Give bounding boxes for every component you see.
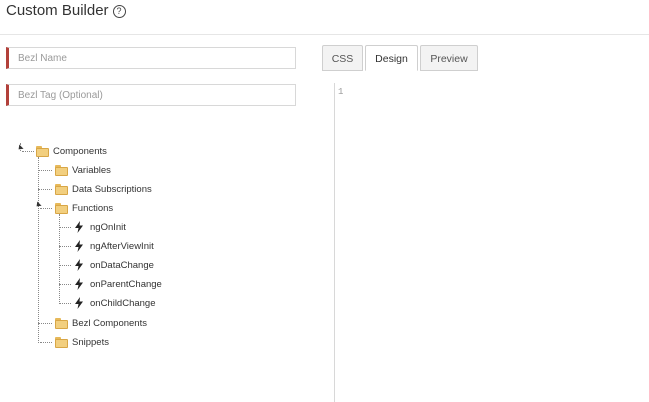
tree-node-ondatachange[interactable]: onDataChange [74, 257, 154, 273]
tree-node-label: Variables [72, 164, 111, 176]
folder-icon [55, 317, 68, 329]
tree-node-bezl-components[interactable]: Bezl Components [55, 315, 147, 331]
tree-node-label: Data Subscriptions [72, 183, 152, 195]
tree-connector [59, 227, 71, 228]
tab-preview[interactable]: Preview [420, 45, 478, 71]
tree-node-label: onDataChange [90, 259, 154, 271]
tree-connector [59, 246, 71, 247]
tree-node-label: onChildChange [90, 297, 156, 309]
lightning-icon [75, 297, 83, 309]
folder-icon [36, 145, 49, 157]
tree-connector [40, 342, 52, 343]
tree-node-data-subscriptions[interactable]: Data Subscriptions [55, 181, 152, 197]
tree-node-label: ngAfterViewInit [90, 240, 154, 252]
help-icon[interactable]: ? [112, 5, 126, 18]
tree-connector [59, 303, 71, 304]
tree-connector [22, 151, 34, 152]
bezl-name-input[interactable] [6, 47, 296, 69]
folder-icon [55, 183, 68, 195]
tree-node-variables[interactable]: Variables [55, 162, 111, 178]
folder-icon [55, 164, 68, 176]
tree-node-label: Components [53, 145, 107, 157]
bezl-tag-input[interactable] [6, 84, 296, 106]
tree-node-label: ngOnInit [90, 221, 126, 233]
tree-node-onparentchange[interactable]: onParentChange [74, 276, 162, 292]
tree-connector [38, 157, 39, 343]
tree-connector [38, 323, 52, 324]
tree-node-label: Bezl Components [72, 317, 147, 329]
tree-connector [40, 208, 52, 209]
tree-node-snippets[interactable]: Snippets [55, 334, 109, 350]
tree-connector [59, 284, 71, 285]
tree-connector [59, 265, 71, 266]
lightning-icon [75, 278, 83, 290]
lightning-icon [75, 240, 83, 252]
tree-node-label: Snippets [72, 336, 109, 348]
tree-node-components[interactable]: Components [36, 143, 107, 159]
tab-css[interactable]: CSS [322, 45, 363, 71]
tree-connector [38, 189, 52, 190]
tree-node-ngafterviewinit[interactable]: ngAfterViewInit [74, 238, 154, 254]
lightning-icon [75, 221, 83, 233]
folder-icon [55, 202, 68, 214]
tree-node-label: onParentChange [90, 278, 162, 290]
tab-design[interactable]: Design [365, 45, 418, 71]
panel-divider [334, 83, 335, 402]
page-header: Custom Builder? [0, 0, 649, 35]
tree-node-label: Functions [72, 202, 114, 214]
lightning-icon [75, 259, 83, 271]
tree-connector [38, 170, 52, 171]
tree-node-onchildchange[interactable]: onChildChange [74, 295, 156, 311]
page-title: Custom Builder? [6, 2, 126, 19]
tree-node-functions[interactable]: Functions [55, 200, 113, 216]
folder-icon [55, 336, 68, 348]
tree-node-ngoninit[interactable]: ngOnInit [74, 219, 126, 235]
editor-line-number: 1 [338, 87, 344, 97]
